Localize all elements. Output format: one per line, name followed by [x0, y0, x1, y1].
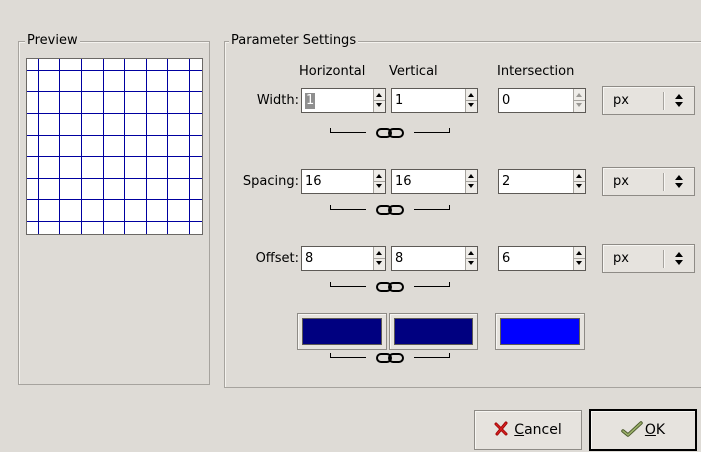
spin-up-icon: [576, 251, 582, 255]
cancel-button[interactable]: Cancel: [474, 410, 582, 450]
width-label: Width:: [256, 93, 299, 108]
column-header-vertical: Vertical: [389, 64, 438, 79]
spacing-chain-toggle[interactable]: [330, 204, 450, 216]
spin-down-icon: [576, 261, 582, 265]
chain-link-icon: [376, 353, 404, 363]
spacing-intersection-spin-arrows[interactable]: [573, 170, 585, 193]
spin-down-icon: [468, 103, 474, 107]
width-intersection-spin[interactable]: 0: [498, 88, 586, 113]
updown-arrows-icon: [674, 252, 683, 266]
spin-up-icon: [376, 251, 382, 255]
spin-down-icon: [376, 261, 382, 265]
spin-up-icon: [468, 251, 474, 255]
preview-title: Preview: [25, 33, 80, 49]
spacing-vertical-value: 16: [395, 174, 412, 189]
ok-label: K: [655, 422, 666, 438]
spin-up-icon: [376, 93, 382, 97]
spin-up-icon: [576, 93, 582, 97]
offset-unit-value: px: [613, 251, 629, 266]
spacing-horizontal-value: 16: [305, 174, 322, 189]
cancel-mnemonic: C: [514, 422, 525, 438]
offset-horizontal-value: 8: [305, 251, 314, 266]
offset-intersection-value: 6: [502, 251, 511, 266]
spin-up-icon: [576, 174, 582, 178]
offset-label: Offset:: [255, 251, 299, 266]
vertical-color-button[interactable]: [389, 313, 478, 350]
width-vertical-value: 1: [395, 93, 404, 108]
spin-up-icon: [376, 174, 382, 178]
spin-up-icon: [468, 93, 474, 97]
width-unit-select[interactable]: px: [602, 86, 695, 115]
column-header-horizontal: Horizontal: [299, 64, 366, 79]
offset-vertical-value: 8: [395, 251, 404, 266]
vertical-color-swatch: [394, 318, 473, 345]
spin-down-icon: [468, 261, 474, 265]
cancel-label: ancel: [524, 422, 562, 438]
intersection-color-swatch: [500, 318, 580, 345]
spin-down-icon: [376, 184, 382, 188]
width-horizontal-spin-arrows[interactable]: [373, 89, 385, 112]
updown-arrows-icon: [674, 175, 683, 189]
offset-chain-toggle[interactable]: [330, 281, 450, 293]
ok-button[interactable]: OK: [589, 409, 697, 451]
offset-horizontal-spin[interactable]: 8: [301, 246, 386, 271]
parameter-settings-title: Parameter Settings: [229, 33, 359, 49]
color-chain-toggle[interactable]: [330, 352, 450, 364]
cancel-x-icon: [494, 421, 508, 436]
width-horizontal-spin[interactable]: 1: [301, 88, 386, 113]
spacing-vertical-spin-arrows[interactable]: [465, 170, 477, 193]
spacing-horizontal-spin[interactable]: 16: [301, 169, 386, 194]
spin-down-icon: [576, 184, 582, 188]
offset-vertical-spin-arrows[interactable]: [465, 247, 477, 270]
offset-horizontal-spin-arrows[interactable]: [373, 247, 385, 270]
offset-unit-select[interactable]: px: [602, 244, 695, 273]
offset-intersection-spin-arrows[interactable]: [573, 247, 585, 270]
spin-down-icon: [468, 184, 474, 188]
width-vertical-spin[interactable]: 1: [391, 88, 478, 113]
offset-intersection-spin[interactable]: 6: [498, 246, 586, 271]
spacing-vertical-spin[interactable]: 16: [391, 169, 478, 194]
intersection-color-button[interactable]: [495, 313, 585, 350]
grid-background: [27, 59, 202, 234]
width-intersection-value: 0: [502, 93, 511, 108]
grid-preview: [26, 58, 203, 235]
horizontal-color-button[interactable]: [297, 313, 387, 350]
spacing-horizontal-spin-arrows[interactable]: [373, 170, 385, 193]
offset-vertical-spin[interactable]: 8: [391, 246, 478, 271]
spacing-intersection-spin[interactable]: 2: [498, 169, 586, 194]
width-chain-toggle[interactable]: [330, 127, 450, 139]
grid-preview-canvas: [27, 59, 202, 234]
spin-up-icon: [468, 174, 474, 178]
spacing-label: Spacing:: [242, 174, 299, 189]
chain-link-icon: [376, 282, 404, 292]
updown-arrows-icon: [674, 94, 683, 108]
width-intersection-spin-arrows[interactable]: [573, 89, 585, 112]
chain-link-icon: [376, 128, 404, 138]
spin-down-icon: [376, 103, 382, 107]
column-header-intersection: Intersection: [497, 64, 575, 79]
width-horizontal-value: 1: [305, 93, 316, 109]
spacing-intersection-value: 2: [502, 174, 511, 189]
ok-checkmark-hand-icon: [621, 421, 643, 437]
ok-mnemonic: O: [644, 422, 656, 438]
spacing-unit-select[interactable]: px: [602, 167, 695, 196]
width-vertical-spin-arrows[interactable]: [465, 89, 477, 112]
spin-down-icon: [576, 103, 582, 107]
width-unit-value: px: [613, 93, 629, 108]
horizontal-color-swatch: [302, 318, 382, 345]
chain-link-icon: [376, 205, 404, 215]
spacing-unit-value: px: [613, 174, 629, 189]
